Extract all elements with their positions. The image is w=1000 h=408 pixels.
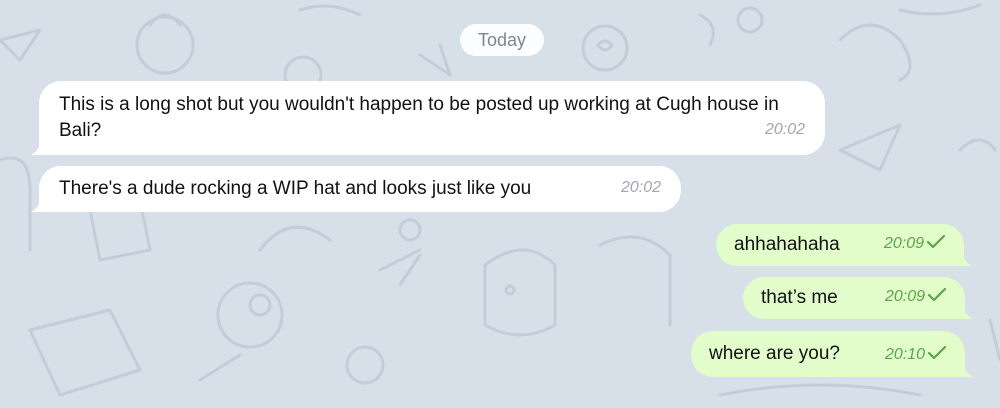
message-meta: 20:10	[885, 342, 947, 368]
bubble-tail	[954, 250, 972, 266]
message-time: 20:09	[884, 288, 925, 305]
check-icon	[927, 346, 947, 360]
outgoing-message[interactable]: that’s me 20:09	[743, 277, 973, 319]
message-time: 20:09	[883, 235, 924, 252]
message-time: 20:10	[884, 346, 925, 363]
bubble-tail	[955, 361, 973, 377]
outgoing-message[interactable]: ahhahahaha 20:09	[716, 224, 972, 266]
incoming-message[interactable]: There's a dude rocking a WIP hat and loo…	[31, 166, 681, 212]
message-time: 20:02	[764, 121, 805, 138]
check-icon	[926, 235, 946, 249]
date-separator: Today	[460, 24, 544, 56]
incoming-message[interactable]: This is a long shot but you wouldn't hap…	[31, 81, 825, 155]
message-meta: 20:09	[885, 284, 947, 310]
bubble-tail	[31, 196, 49, 212]
bubble-tail	[31, 139, 49, 155]
check-icon	[927, 288, 947, 302]
bubble-tail	[955, 303, 973, 319]
message-text: There's a dude rocking a WIP hat and loo…	[59, 178, 532, 199]
message-time: 20:02	[620, 179, 661, 196]
message-text: This is a long shot but you wouldn't hap…	[59, 94, 779, 141]
message-meta: 20:09	[884, 231, 946, 257]
outgoing-message[interactable]: where are you? 20:10	[691, 331, 973, 377]
